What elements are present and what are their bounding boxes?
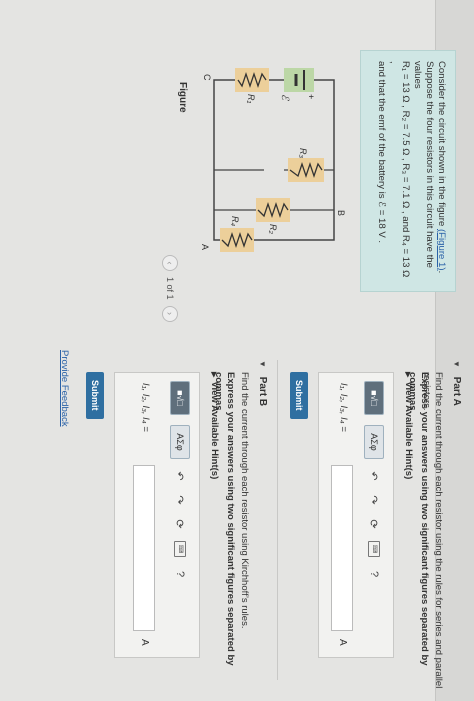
part-a-hint-link[interactable]: ▶ View Available Hint(s) [403,372,414,479]
help-icon-b[interactable]: ? [174,567,186,581]
part-b-title: Part B [257,376,268,407]
figure-link[interactable]: (Figure 1) [436,229,447,271]
part-a-math-toolbar: ■√□ AΣφ ↶ ↷ ⟳ ⌨ ? [363,381,385,581]
node-c-label: C [202,74,212,81]
r1-label: R₁ [246,94,256,103]
undo-icon-b[interactable]: ↶ [174,469,187,483]
part-b-unit: A [139,639,150,646]
problem-line-3: R₁ = 13 Ω , R₂ = 7.5 Ω , R₃ = 7.1 Ω , an… [388,61,411,278]
part-b-answer-label: I₁, I₂, I₃, I₄ = [140,383,151,432]
chevron-right-icon[interactable]: › [162,305,178,322]
greek-symbols-button[interactable]: AΣφ [364,425,384,459]
r4-highlight [220,228,254,252]
chevron-left-icon[interactable]: ‹ [162,255,178,271]
provide-feedback-link[interactable]: Provide Feedback [59,350,70,427]
reset-icon-b[interactable]: ⟳ [174,517,187,531]
part-a-hint-text: View Available Hint(s) [403,381,414,480]
problem-statement: Consider the circuit shown in the figure… [360,50,456,292]
templates-button[interactable]: ■√□ [364,381,384,415]
redo-icon-b[interactable]: ↷ [174,493,187,507]
part-a-submit-button[interactable]: Submit [290,372,308,419]
part-b-question: Find the current through each resistor u… [239,372,250,629]
emf-label: ℰ [279,94,290,101]
part-a-answer-input[interactable] [331,465,353,631]
part-a-title: Part A [451,376,462,406]
problem-line-4: and that the emf of the battery is ℰ = 1… [376,61,387,244]
figure-pager: ‹ 1 of 1 › [162,255,178,322]
greek-symbols-button-b[interactable]: AΣφ [170,425,190,459]
part-divider [277,360,278,680]
problem-line-2: Suppose the four resistors in this circu… [412,61,435,268]
expand-triangle-icon: ▶ [404,372,411,378]
photo-stage: Consider the circuit shown in the figure… [0,0,474,701]
pager-text: 1 of 1 [165,277,175,300]
help-icon[interactable]: ? [368,567,380,581]
figure-heading: Figure [177,82,188,113]
keyboard-icon[interactable]: ⌨ [368,541,380,557]
part-b-answer-panel: ■√□ AΣφ ↶ ↷ ⟳ ⌨ ? I₁, I₂, I₃, I₄ = A [114,372,200,658]
problem-text: Consider the circuit shown in the figure [436,61,447,227]
battery-highlight [284,68,314,92]
node-b-label: B [336,210,346,216]
collapse-caret-icon: ▼ [452,360,461,368]
collapse-caret-icon-b: ▼ [258,360,267,368]
problem-line-1: Consider the circuit shown in the figure… [435,61,447,281]
circuit-diagram: + ℰ R₁ R₃ R₂ R₄ B C A [200,68,346,252]
mastering-physics-page: Consider the circuit shown in the figure… [0,0,474,701]
redo-icon[interactable]: ↷ [368,493,381,507]
undo-icon[interactable]: ↶ [368,469,381,483]
part-b-hint-link[interactable]: ▶ View Available Hint(s) [209,372,220,479]
reset-icon[interactable]: ⟳ [368,517,381,531]
part-b-submit-button[interactable]: Submit [86,372,104,419]
node-a-label: A [200,244,210,250]
r2-label: R₂ [268,224,278,234]
keyboard-icon-b[interactable]: ⌨ [174,541,186,557]
expand-triangle-icon-b: ▶ [210,372,217,378]
part-b-answer-input[interactable] [133,465,155,631]
part-b-header[interactable]: ▼ Part B [257,360,268,406]
part-a-header[interactable]: ▼ Part A [451,360,462,406]
part-b-hint-text: View Available Hint(s) [209,381,220,480]
part-a-answer-label: I₁, I₂, I₃, I₄ = [338,383,349,432]
part-a-answer-panel: ■√□ AΣφ ↶ ↷ ⟳ ⌨ ? I₁, I₂, I₃, I₄ = A [318,372,394,658]
battery-plus: + [306,94,316,99]
r4-label: R₄ [230,216,240,226]
r2-highlight [256,198,290,222]
templates-button-b[interactable]: ■√□ [170,381,190,415]
r3-highlight [288,158,324,182]
part-a-unit: A [337,639,348,646]
problem-period: . [436,270,447,274]
part-b-math-toolbar: ■√□ AΣφ ↶ ↷ ⟳ ⌨ ? [169,381,191,581]
r3-label: R₃ [298,148,308,158]
